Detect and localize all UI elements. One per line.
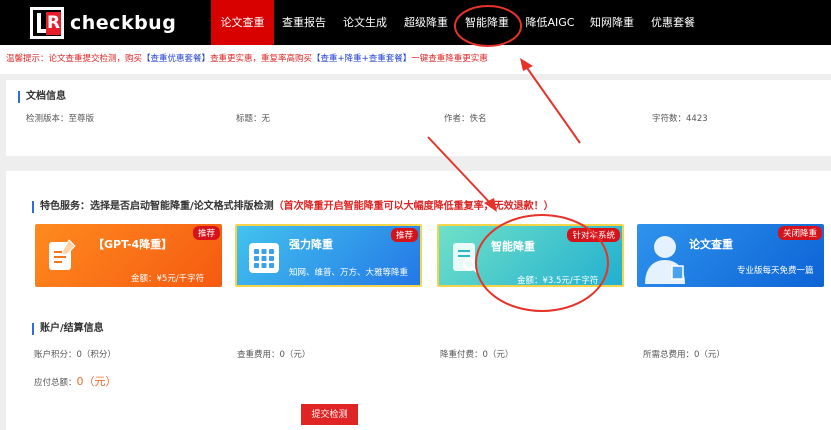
nav-item-discount-package[interactable]: 优惠套餐 [642,0,704,45]
doc-version-label: 检测版本： [26,114,69,124]
doc-author: 作者：佚名 [444,112,487,124]
notice-link-bundle[interactable]: 【查重+降重+查重套餐】 [312,54,411,64]
nav-item-check-report[interactable]: 查重报告 [274,0,334,45]
logo[interactable]: R checkbug [30,7,176,39]
top-nav: R checkbug 论文查重 查重报告 论文生成 超级降重 智能降重 降低AI… [0,0,831,45]
total-fee-value: 0（元） [694,350,725,360]
nav-item-reduce-aigc[interactable]: 降低AIGC [518,0,582,45]
notice-prefix: 温馨提示：论文查重提交检测，购买 [6,54,143,64]
card-smart-badge: 针对本系统 [567,228,620,242]
reduce-fee: 降重付费：0（元） [440,348,513,360]
notice-mid: 查重更实惠，重复率高购买 [210,54,313,64]
doc-chars-label: 字符数： [652,114,687,124]
document-search-icon [453,243,479,274]
features-warning: （首次降重开启智能降重可以大幅度降低重复率，无效退款！） [273,201,554,212]
doc-title-value: 无 [261,114,271,124]
doc-info-title: 文档信息 [18,91,66,103]
doc-title-label: 标题： [236,114,262,124]
nav-item-smart-reduce[interactable]: 智能降重 [456,0,518,45]
card-smart-reduce[interactable]: 智能降重 针对本系统 金额：¥3.5元/千字符 [437,224,624,287]
logo-mark: R [30,7,64,39]
logo-mark-letter: R [46,12,61,35]
logo-text: checkbug [70,12,177,34]
notice-suffix: 一键查重降重更实惠 [411,54,488,64]
card-check-sub: 专业版每天免费一篇 [737,266,814,276]
account-points-label: 账户积分： [34,350,77,360]
notice-link-discount[interactable]: 【查重优惠套餐】 [142,54,210,64]
check-fee: 查重费用：0（元） [237,348,310,360]
nav-item-cnki-reduce[interactable]: 知网降重 [582,0,642,45]
total-fee-label: 所需总费用： [643,350,695,360]
card-paper-check[interactable]: 论文查重 关闭降重 专业版每天免费一篇 [637,224,824,287]
nav-item-super-reduce[interactable]: 超级降重 [396,0,456,45]
card-smart-title: 智能降重 [491,240,535,253]
nav-item-paper-generate[interactable]: 论文生成 [334,0,396,45]
check-fee-label: 查重费用： [237,350,280,360]
card-strong-badge: 推荐 [390,228,418,242]
nav-item-paper-check[interactable]: 论文查重 [211,0,274,45]
document-edit-icon [49,239,76,270]
account-points-value: 0（积分） [76,350,116,360]
features-title-text: 特色服务：选择是否启动智能降重/论文格式排版检测 [40,201,274,212]
check-fee-value: 0（元） [279,350,311,360]
due-total: 应付总额：0（元） [34,373,117,389]
reduce-fee-value: 0（元） [482,350,514,360]
card-gpt4-title: 【GPT-4降重】 [93,238,173,251]
doc-title: 标题：无 [236,112,270,124]
due-total-value: 0（元） [76,375,117,388]
card-check-badge: 关闭降重 [777,226,822,240]
user-avatar-icon [645,236,685,284]
doc-chars-value: 4423 [686,114,708,124]
card-strong-reduce[interactable]: 强力降重 推荐 知网、维普、万方、大雅等降重 [235,224,422,287]
account-title: 账户/结算信息 [32,323,104,335]
total-fee: 所需总费用：0（元） [643,348,725,360]
doc-author-value: 佚名 [469,114,487,124]
card-check-title: 论文查重 [689,238,733,251]
account-points: 账户积分：0（积分） [34,348,116,360]
notice-bar: 温馨提示：论文查重提交检测，购买【查重优惠套餐】查重更实惠，重复率高购买【查重+… [0,45,831,74]
grid-app-icon [249,243,279,273]
service-panel: 特色服务：选择是否启动智能降重/论文格式排版检测（首次降重开启智能降重可以大幅度… [6,171,831,430]
submit-check-button[interactable]: 提交检测 [301,404,358,425]
card-gpt4-reduce[interactable]: 【GPT-4降重】 推荐 金额：¥5元/千字符 [35,224,222,287]
reduce-fee-label: 降重付费： [440,350,483,360]
doc-author-label: 作者： [444,114,470,124]
features-title: 特色服务：选择是否启动智能降重/论文格式排版检测（首次降重开启智能降重可以大幅度… [32,201,554,213]
card-gpt4-price: 金额：¥5元/千字符 [131,274,205,284]
due-total-label: 应付总额： [34,378,77,388]
card-strong-sub: 知网、维普、万方、大雅等降重 [289,268,409,278]
card-gpt4-badge: 推荐 [192,226,220,240]
doc-version-value: 至尊版 [68,114,95,124]
card-smart-price: 金额：¥3.5元/千字符 [517,276,599,286]
doc-version: 检测版本：至尊版 [26,112,94,124]
doc-chars: 字符数：4423 [652,112,708,124]
doc-info-panel: 文档信息 检测版本：至尊版 标题：无 作者：佚名 字符数：4423 [6,80,831,156]
card-strong-title: 强力降重 [289,238,333,251]
